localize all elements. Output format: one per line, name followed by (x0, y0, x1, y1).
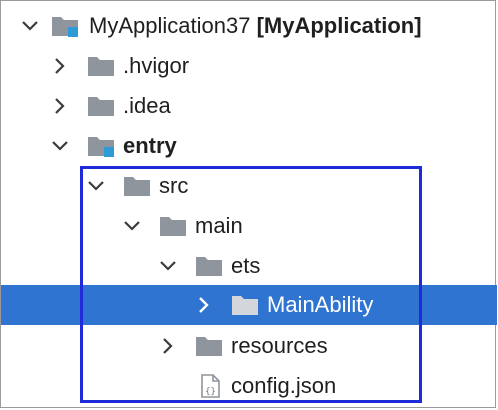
tree-row-mainability[interactable]: MainAbility (1, 285, 497, 325)
tree-item-label-main: main (195, 213, 243, 238)
folder-icon (195, 334, 223, 358)
chevron-right-icon[interactable] (191, 292, 217, 318)
tree-row-ets[interactable]: ets (1, 246, 497, 286)
chevron-right-icon[interactable] (47, 93, 73, 119)
module-folder-icon (51, 14, 79, 38)
json-file-icon: {} (197, 374, 225, 398)
tree-row-entry[interactable]: entry (1, 126, 497, 166)
tree-row-resources[interactable]: resources (1, 326, 497, 366)
tree-item-label-mainability: MainAbility (267, 292, 374, 317)
folder-icon (87, 94, 115, 118)
folder-icon (195, 254, 223, 278)
folder-icon (231, 293, 259, 317)
tree-item-label-hvigor: .hvigor (123, 53, 190, 78)
tree-item-label-entry: entry (123, 133, 177, 158)
folder-icon (159, 214, 187, 238)
tree-row-hvigor[interactable]: .hvigor (1, 46, 497, 86)
chevron-down-icon[interactable] (17, 13, 43, 39)
tree-item-label-resources: resources (231, 333, 328, 358)
folder-icon (123, 174, 151, 198)
tree-row-root[interactable]: MyApplication37 [MyApplication] (1, 6, 497, 46)
tree-row-src[interactable]: src (1, 166, 497, 206)
tree-item-label-config: config.json (231, 373, 337, 398)
tree-item-label-src: src (159, 173, 189, 198)
project-tree-panel: MyApplication37 [MyApplication] .hvigor … (0, 0, 497, 408)
chevron-down-icon[interactable] (155, 253, 181, 279)
chevron-down-icon[interactable] (83, 173, 109, 199)
tree-row-idea[interactable]: .idea (1, 86, 497, 126)
module-name-tag: [MyApplication] (256, 13, 422, 38)
tree-item-label-root: MyApplication37 (89, 13, 251, 38)
svg-text:{}: {} (205, 387, 216, 397)
tree-item-label-idea: .idea (123, 93, 171, 118)
chevron-right-icon[interactable] (47, 53, 73, 79)
tree-row-main[interactable]: main (1, 206, 497, 246)
tree-item-label-ets: ets (231, 253, 261, 278)
folder-icon (87, 54, 115, 78)
tree-row-config[interactable]: {} config.json (1, 366, 497, 406)
chevron-down-icon[interactable] (119, 213, 145, 239)
chevron-down-icon[interactable] (47, 133, 73, 159)
module-folder-icon (87, 134, 115, 158)
chevron-right-icon[interactable] (155, 333, 181, 359)
